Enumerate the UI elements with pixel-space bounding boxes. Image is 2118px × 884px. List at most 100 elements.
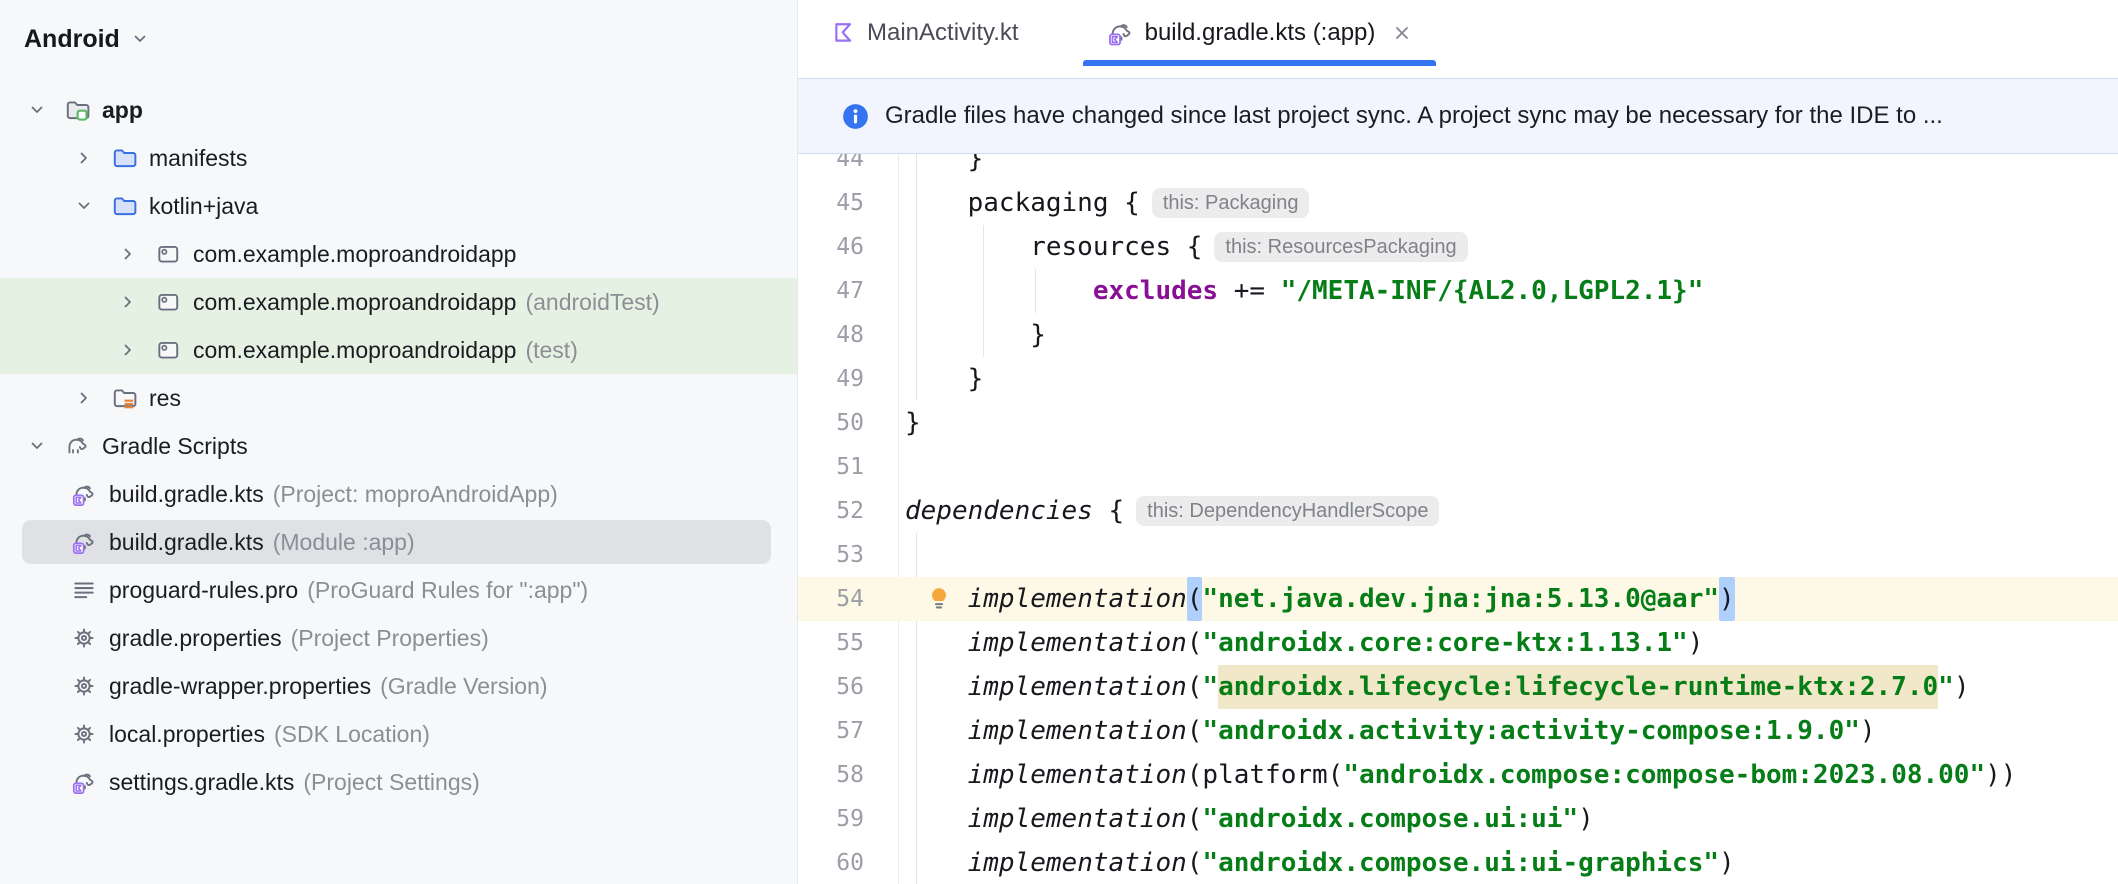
line-number: 46 xyxy=(836,234,864,260)
code-text: implementation("androidx.compose.ui:ui-g… xyxy=(967,848,1735,878)
tree-item-label: com.example.moproandroidapp xyxy=(193,288,517,315)
tree-item-com-example-moproandroidapp[interactable]: com.example.moproandroidapp (test) xyxy=(0,326,797,374)
code-line-56[interactable]: 56 implementation(" androidx.lifecycle:li… xyxy=(798,665,2118,709)
tree-item-manifests[interactable]: manifests xyxy=(0,134,797,182)
tree-item-annotation: (Project: moproAndroidApp) xyxy=(272,480,558,507)
code-line-45[interactable]: 45 packaging {this: Packaging xyxy=(798,181,2118,225)
gear-icon xyxy=(71,673,97,699)
editor-tab-bar: MainActivity.kt build.gradle.kts (:app) xyxy=(798,0,2118,66)
tree-item-label: build.gradle.kts xyxy=(109,480,264,507)
line-number: 49 xyxy=(836,366,864,392)
tree-item-label: settings.gradle.kts xyxy=(109,768,295,795)
tree-item-build-gradle-kts[interactable]: build.gradle.kts (Project: moproAndroidAp… xyxy=(0,470,797,518)
tree-item-gradle-scripts[interactable]: Gradle Scripts xyxy=(0,422,797,470)
code-line-48[interactable]: 48 } xyxy=(798,313,2118,357)
tree-item-annotation: (test) xyxy=(525,336,578,363)
tree-item-annotation: (Module :app) xyxy=(272,528,415,555)
code-line-54[interactable]: 54 implementation("net.java.dev.jna:jna:… xyxy=(798,577,2118,621)
inlay-hint[interactable]: this: DependencyHandlerScope xyxy=(1136,496,1440,526)
tree-item-label: app xyxy=(102,96,143,123)
code-text: implementation (platform("androidx.compos… xyxy=(967,760,2017,790)
chevron-down-icon[interactable] xyxy=(130,29,150,49)
tab-label: build.gradle.kts (:app) xyxy=(1144,19,1376,46)
gear-icon xyxy=(71,721,97,747)
editor-tab-mainactivity.kt[interactable]: MainActivity.kt xyxy=(808,0,1043,66)
code-line-57[interactable]: 57 implementation("androidx.activity:act… xyxy=(798,709,2118,753)
package-icon xyxy=(155,241,181,267)
code-line-51[interactable]: 51 xyxy=(798,445,2118,489)
tree-item-app[interactable]: app xyxy=(0,86,797,134)
tree-item-label: gradle-wrapper.properties xyxy=(109,672,372,699)
tree-item-annotation: (androidTest) xyxy=(525,288,660,315)
chevron-right-icon[interactable] xyxy=(115,241,141,267)
code-text: implementation("androidx.core:core-ktx:1… xyxy=(967,628,1704,658)
chevron-down-icon[interactable] xyxy=(24,433,50,459)
code-line-58[interactable]: 58 implementation (platform("androidx.com… xyxy=(798,753,2118,797)
package-icon xyxy=(155,337,181,363)
inlay-hint[interactable]: this: ResourcesPackaging xyxy=(1214,232,1468,262)
chevron-right-icon[interactable] xyxy=(115,337,141,363)
tree-item-com-example-moproandroidapp[interactable]: com.example.moproandroidapp xyxy=(0,230,797,278)
tree-item-build-gradle-kts[interactable]: build.gradle.kts (Module :app) xyxy=(0,518,797,566)
tree-item-annotation: (Project Properties) xyxy=(290,624,489,651)
line-number: 59 xyxy=(836,806,864,832)
folder-blue-icon xyxy=(111,193,137,219)
code-line-46[interactable]: 46 resources {this: ResourcesPackaging xyxy=(798,225,2118,269)
code-text: implementation("androidx.compose.ui:ui") xyxy=(967,804,1594,834)
tree-item-local-properties[interactable]: local.properties (SDK Location) xyxy=(0,710,797,758)
gear-icon xyxy=(71,625,97,651)
info-icon xyxy=(842,103,869,130)
code-line-59[interactable]: 59 implementation("androidx.compose.ui:u… xyxy=(798,797,2118,841)
line-number: 53 xyxy=(836,542,864,568)
gradle-kts-icon xyxy=(71,769,97,795)
line-number: 51 xyxy=(836,454,864,480)
code-text: implementation("net.java.dev.jna:jna:5.1… xyxy=(905,577,1735,621)
tree-item-res[interactable]: res xyxy=(0,374,797,422)
tab-label: MainActivity.kt xyxy=(867,19,1019,46)
tree-item-label: kotlin+java xyxy=(149,192,259,219)
tree-item-annotation: (Gradle Version) xyxy=(380,672,548,699)
code-text: resources {this: ResourcesPackaging xyxy=(905,225,1468,269)
tree-item-gradle-properties[interactable]: gradle.properties (Project Properties) xyxy=(0,614,797,662)
code-line-47[interactable]: 47 excludes += "/META-INF/{AL2.0,LGPL2.1… xyxy=(798,269,2118,313)
line-number: 52 xyxy=(836,498,864,524)
code-line-60[interactable]: 60 implementation("androidx.compose.ui:u… xyxy=(798,841,2118,884)
tree-item-kotlin+java[interactable]: kotlin+java xyxy=(0,182,797,230)
code-line-49[interactable]: 49 } xyxy=(798,357,2118,401)
code-line-52[interactable]: 52 dependencies {this: DependencyHandlerS… xyxy=(798,489,2118,533)
chevron-down-icon[interactable] xyxy=(24,97,50,123)
line-number: 58 xyxy=(836,762,864,788)
project-tool-window: Android app manifests kotlin+java com.examp… xyxy=(0,0,798,884)
code-text: dependencies {this: DependencyHandlerSco… xyxy=(905,489,1440,533)
tree-item-label: Gradle Scripts xyxy=(102,432,248,459)
tree-item-settings-gradle-kts[interactable]: settings.gradle.kts (Project Settings) xyxy=(0,758,797,806)
code-line-50[interactable]: 50} xyxy=(798,401,2118,445)
code-editor[interactable]: 44 } 45 packaging {this: Packaging 46 reso… xyxy=(798,66,2118,884)
tree-item-proguard-rules-pro[interactable]: proguard-rules.pro (ProGuard Rules for ":… xyxy=(0,566,797,614)
close-icon[interactable] xyxy=(1392,23,1412,43)
inlay-hint[interactable]: this: Packaging xyxy=(1151,188,1310,218)
line-number: 50 xyxy=(836,410,864,436)
code-text: } xyxy=(905,320,1046,350)
folder-app-icon xyxy=(64,97,90,123)
chevron-right-icon[interactable] xyxy=(71,145,97,171)
editor-tab-build.gradle.kts-app-[interactable]: build.gradle.kts (:app) xyxy=(1082,0,1437,66)
kotlin-icon xyxy=(832,21,856,45)
tree-item-com-example-moproandroidapp[interactable]: com.example.moproandroidapp (androidTest) xyxy=(0,278,797,326)
tree-item-label: local.properties xyxy=(109,720,265,747)
chevron-right-icon[interactable] xyxy=(115,289,141,315)
tree-item-label: gradle.properties xyxy=(109,624,282,651)
code-line-53[interactable]: 53 xyxy=(798,533,2118,577)
project-view-selector[interactable]: Android xyxy=(24,22,150,56)
folder-blue-icon xyxy=(111,145,137,171)
project-view-mode-label[interactable]: Android xyxy=(24,25,120,54)
tree-item-label: res xyxy=(149,384,181,411)
chevron-down-icon[interactable] xyxy=(71,193,97,219)
line-number: 47 xyxy=(836,278,864,304)
tree-item-annotation: (SDK Location) xyxy=(273,720,430,747)
active-tab-underline xyxy=(1082,60,1437,66)
tree-item-gradle-wrapper-properties[interactable]: gradle-wrapper.properties (Gradle Version… xyxy=(0,662,797,710)
chevron-right-icon[interactable] xyxy=(71,385,97,411)
code-line-55[interactable]: 55 implementation("androidx.core:core-kt… xyxy=(798,621,2118,665)
tree-item-annotation: (ProGuard Rules for ":app") xyxy=(307,576,589,603)
